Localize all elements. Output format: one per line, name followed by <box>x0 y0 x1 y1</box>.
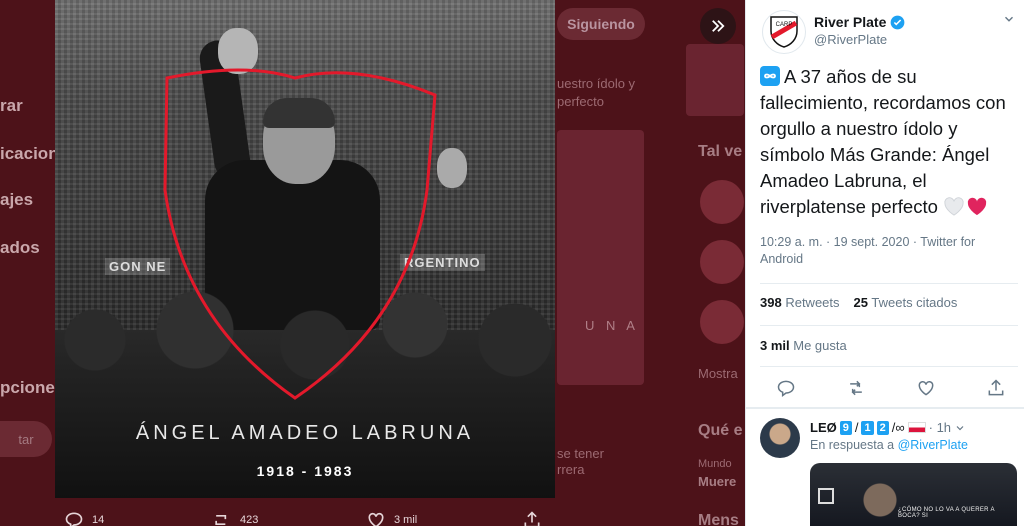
retweets-label: Retweets <box>785 295 840 310</box>
image-share-action[interactable] <box>522 510 542 526</box>
reply-handle-link[interactable]: @RiverPlate <box>898 438 968 452</box>
photo-years-caption: 1918 - 1983 <box>256 463 354 479</box>
photo-name-caption: ÁNGEL AMADEO LABRUNA <box>135 422 475 444</box>
retweets-stat[interactable]: 398 Retweets <box>760 295 840 310</box>
red-heart-icon <box>967 197 987 216</box>
slash: / <box>854 420 859 435</box>
bg-snippet: uestro ídolo y <box>557 76 636 91</box>
image-like-action[interactable]: 3 mil <box>366 510 417 526</box>
bg-nav-item: pcione <box>0 378 55 397</box>
bg-trends-heading: Mens <box>698 512 739 526</box>
quotes-stat[interactable]: 25 Tweets citados <box>854 295 958 310</box>
divider <box>746 407 1024 409</box>
collapse-panel-button[interactable] <box>700 8 736 44</box>
white-heart-icon <box>944 197 964 216</box>
chevron-down-icon <box>1005 16 1013 22</box>
reply-icon <box>65 512 83 526</box>
likes-stat[interactable]: 3 mil Me gusta <box>760 338 847 353</box>
reply-badge: 2 <box>876 420 889 435</box>
reply-media[interactable]: ¿CÓMO NO LO VA A QUERER A BOCA? SI <box>810 463 1017 526</box>
tweet-photo[interactable]: GON NE RGENTINO ÁNGEL AMADEO LABRUNA 191… <box>55 0 555 498</box>
bg-world-label: Mundo <box>698 458 732 470</box>
likes-label: Me gusta <box>793 338 847 353</box>
bg-muere: Muere <box>698 474 737 489</box>
bg-avatar <box>700 240 744 284</box>
bg-snippet: perfecto <box>557 94 604 109</box>
flag-icon <box>907 422 926 433</box>
avatar[interactable]: CARP <box>762 10 806 54</box>
bg-more-link: Mostra <box>698 366 738 381</box>
reply-author[interactable]: LEØ 9/1 2 /∞ · 1h <box>810 420 966 435</box>
retweet-icon <box>215 515 227 525</box>
tweet-timestamp[interactable]: 10:29 a. m. · 19 sept. 2020 · Twitter fo… <box>760 234 1010 268</box>
bg-snippet: se tener <box>557 446 604 461</box>
bg-tweet-button: tar <box>0 421 52 457</box>
tweet-actions <box>776 378 1006 398</box>
media-frame <box>818 488 834 504</box>
reply-badge: 1 <box>861 420 874 435</box>
likes-count: 3 mil <box>760 338 790 353</box>
display-name[interactable]: River Plate <box>814 14 905 30</box>
image-retweet-action[interactable]: 423 <box>212 510 258 526</box>
user-handle[interactable]: @RiverPlate <box>814 32 887 47</box>
image-like-count: 3 mil <box>394 514 418 526</box>
divider <box>760 366 1018 367</box>
reply-badge: 9 <box>839 420 852 435</box>
tweet-stats: 398 Retweets 25 Tweets citados <box>760 295 957 310</box>
bg-follow-button: Siguiendo <box>557 8 645 40</box>
quotes-count: 25 <box>853 295 868 310</box>
like-icon <box>368 512 384 526</box>
divider <box>760 283 1018 284</box>
bg-nav-item: ados <box>0 238 40 257</box>
media-caption: ¿CÓMO NO LO VA A QUERER A BOCA? SI <box>898 507 995 519</box>
bg-nav-item: icacion <box>0 144 59 163</box>
bg-suggest-heading: Tal ve <box>698 143 743 160</box>
chevron-down-icon[interactable] <box>954 422 966 434</box>
chevron-double-right-icon <box>712 20 725 32</box>
verified-icon <box>891 15 905 29</box>
retweet-icon[interactable] <box>846 378 866 398</box>
image-reply-count: 14 <box>92 514 105 526</box>
display-name-text: River Plate <box>814 14 887 30</box>
reply-context: En respuesta a @RiverPlate <box>810 438 968 452</box>
bg-whats-heading: Qué e <box>698 422 743 439</box>
tweet-text: A 37 años de su fallecimiento, recordamo… <box>760 64 1018 220</box>
reply-icon[interactable] <box>776 378 796 398</box>
image-reply-action[interactable]: 14 <box>64 510 104 526</box>
bg-nav-item: ajes <box>0 190 34 209</box>
retweets-count: 398 <box>760 295 782 310</box>
reply-avatar[interactable] <box>760 418 800 458</box>
bg-card <box>686 44 744 116</box>
infinity-emoji-icon <box>760 66 780 86</box>
tweet-detail-panel: CARP River Plate @RiverPlate A 37 años d… <box>745 0 1024 526</box>
share-icon[interactable] <box>986 378 1006 398</box>
bg-avatar <box>700 180 744 224</box>
bg-watermark: U N A <box>585 318 639 333</box>
quotes-label: Tweets citados <box>871 295 958 310</box>
divider <box>760 325 1018 326</box>
reply-prefix: En respuesta a <box>810 438 895 452</box>
reply-name: LEØ <box>810 420 837 435</box>
image-retweet-count: 423 <box>240 514 259 526</box>
tweet-body: A 37 años de su fallecimiento, recordamo… <box>760 66 1006 217</box>
reply-suffix: /∞ <box>891 420 905 435</box>
hearts-emoji <box>943 196 988 216</box>
tweet-options-button[interactable] <box>1002 12 1016 31</box>
bg-nav-item: rar <box>0 96 23 115</box>
bg-media-card: U N A <box>557 130 644 385</box>
reply-time: · 1h <box>928 420 952 435</box>
bg-snippet: rrera <box>557 462 585 477</box>
river-plate-crest-icon: CARP <box>770 16 798 48</box>
like-icon[interactable] <box>916 378 936 398</box>
bg-avatar <box>700 300 744 344</box>
share-icon <box>524 511 540 526</box>
svg-text:CARP: CARP <box>776 22 793 28</box>
